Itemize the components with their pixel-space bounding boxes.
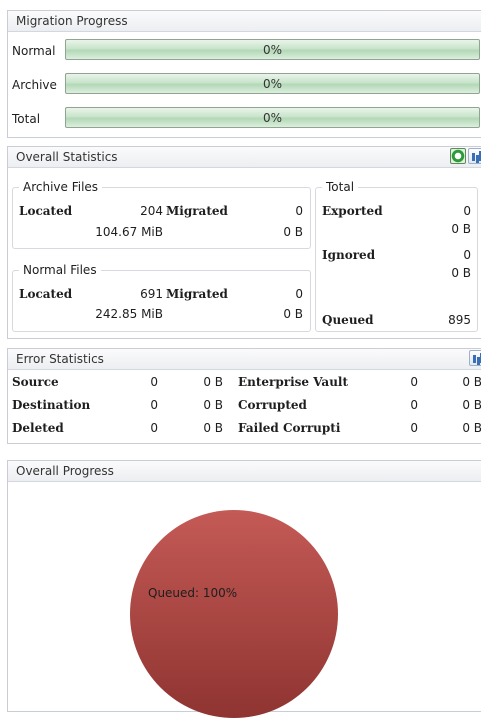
error-label: Deleted <box>12 421 64 435</box>
pie-chart-area: Queued: 100% <box>8 481 481 718</box>
located-label: Located <box>19 287 73 301</box>
located-count: 204 <box>140 204 163 218</box>
pie-slice-queued <box>130 510 338 718</box>
progress-bar-total: 0% <box>65 107 480 128</box>
chart-icon[interactable] <box>469 350 481 366</box>
error-size: 0 B <box>203 398 223 412</box>
ignored-size: 0 B <box>451 266 471 280</box>
error-rows: Source 0 0 B Enterprise Vault 0 0 B Dest… <box>8 373 481 443</box>
overall-progress-title: Overall Progress <box>8 461 481 482</box>
progress-percent: 0% <box>262 77 283 91</box>
located-size: 104.67 MiB <box>95 225 163 239</box>
progress-row-total: Total 0% <box>8 105 481 131</box>
exported-size: 0 B <box>451 222 471 236</box>
overall-progress-panel: Overall Progress Queued: 100% <box>7 460 481 718</box>
progress-percent: 0% <box>262 111 283 125</box>
migrated-count: 0 <box>295 204 303 218</box>
error-label: Destination <box>12 398 91 412</box>
archive-files-group: Archive Files Located 204 Migrated 0 104… <box>12 180 311 249</box>
queued-label: Queued <box>322 313 374 327</box>
error-count: 0 <box>150 421 158 435</box>
located-count: 691 <box>140 287 163 301</box>
error-statistics-title: Error Statistics <box>8 349 481 370</box>
refresh-icon[interactable] <box>450 148 466 164</box>
migration-progress-panel: Migration Progress Normal 0% Archive 0% … <box>7 10 481 138</box>
ignored-count: 0 <box>463 248 471 262</box>
error-size-2: 0 B <box>462 375 481 389</box>
error-count-2: 0 <box>410 398 418 412</box>
progress-percent: 0% <box>262 43 283 57</box>
migrated-label: Migrated <box>166 287 228 301</box>
normal-files-title: Normal Files <box>19 263 101 277</box>
migrated-size: 0 B <box>283 307 303 321</box>
migrated-size: 0 B <box>283 225 303 239</box>
total-title: Total <box>322 180 359 194</box>
total-group: Total Exported 0 0 B Ignored 0 0 B Queue… <box>315 180 478 332</box>
error-count: 0 <box>150 398 158 412</box>
overall-statistics-title: Overall Statistics <box>8 147 481 168</box>
pie-chart: Queued: 100% <box>130 510 338 718</box>
progress-label: Total <box>12 112 41 126</box>
progress-row-archive: Archive 0% <box>8 71 481 97</box>
progress-label: Normal <box>12 44 56 58</box>
pie-slice-label: Queued: 100% <box>148 586 237 600</box>
progress-bar-archive: 0% <box>65 73 480 94</box>
progress-row-normal: Normal 0% <box>8 37 481 63</box>
ignored-label: Ignored <box>322 248 376 262</box>
progress-label: Archive <box>12 78 57 92</box>
error-label-2: Enterprise Vault <box>238 375 349 389</box>
table-row: Destination 0 0 B Corrupted 0 0 B <box>8 398 481 418</box>
chart-icon[interactable] <box>468 148 481 164</box>
archive-files-title: Archive Files <box>19 180 103 194</box>
normal-files-group: Normal Files Located 691 Migrated 0 242.… <box>12 263 311 332</box>
exported-count: 0 <box>463 204 471 218</box>
error-statistics-panel: Error Statistics Source 0 0 B Enterprise… <box>7 348 481 444</box>
error-size-2: 0 B <box>462 421 481 435</box>
migrated-label: Migrated <box>166 204 228 218</box>
error-label-2: Corrupted <box>238 398 307 412</box>
progress-bar-normal: 0% <box>65 39 480 60</box>
table-row: Deleted 0 0 B Failed Corrupti 0 0 B <box>8 421 481 441</box>
queued-count: 895 <box>448 313 471 327</box>
migrated-count: 0 <box>295 287 303 301</box>
table-row: Source 0 0 B Enterprise Vault 0 0 B <box>8 375 481 395</box>
located-size: 242.85 MiB <box>95 307 163 321</box>
error-count-2: 0 <box>410 421 418 435</box>
overall-statistics-label: Overall Statistics <box>16 150 118 164</box>
error-count: 0 <box>150 375 158 389</box>
migration-progress-title: Migration Progress <box>8 11 481 32</box>
error-statistics-label: Error Statistics <box>16 352 104 366</box>
error-size: 0 B <box>203 375 223 389</box>
error-size: 0 B <box>203 421 223 435</box>
error-label-2: Failed Corrupti <box>238 421 341 435</box>
located-label: Located <box>19 204 73 218</box>
overall-statistics-panel: Overall Statistics Archive Files Located… <box>7 146 481 339</box>
error-label: Source <box>12 375 59 389</box>
error-count-2: 0 <box>410 375 418 389</box>
exported-label: Exported <box>322 204 383 218</box>
error-size-2: 0 B <box>462 398 481 412</box>
